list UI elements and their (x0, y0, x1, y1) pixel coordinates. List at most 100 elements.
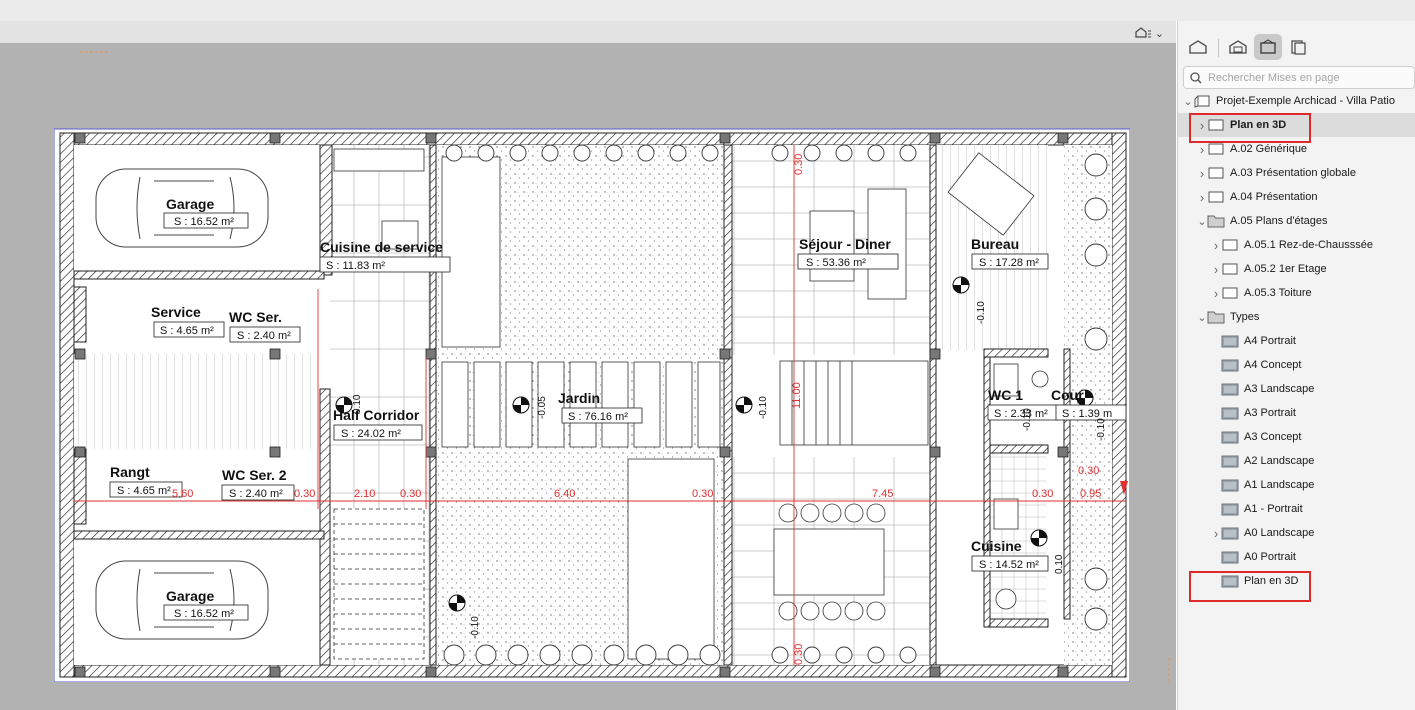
chevron-down-icon[interactable]: ⌄ (1197, 215, 1207, 228)
tree-item-label: A.05.3 Toiture (1244, 287, 1312, 299)
view-map-button[interactable] (1224, 34, 1252, 60)
view-options-button[interactable]: ⌄ (1125, 24, 1173, 42)
master-icon (1221, 478, 1239, 492)
tree-item[interactable]: A1 - Portrait (1178, 497, 1415, 521)
tree-item-label: Projet-Exemple Archicad - Villa Patio (1216, 95, 1395, 107)
red-highlight-box (1189, 113, 1311, 143)
tree-item[interactable]: › A.05.3 Toiture (1178, 281, 1415, 305)
svg-text:7.45: 7.45 (872, 488, 893, 500)
title-bar (0, 0, 1415, 27)
layout-icon (1207, 190, 1225, 204)
orange-marker (1168, 658, 1170, 684)
red-highlight-box (1189, 571, 1311, 602)
chevron-right-icon[interactable]: › (1211, 526, 1221, 541)
svg-text:11.00: 11.00 (791, 382, 803, 409)
layout-canvas[interactable]: ⌄ Garage S: 16.52 m² Cuisine de service… (0, 21, 1176, 710)
project-map-icon (1189, 40, 1207, 54)
master-icon (1221, 454, 1239, 468)
tree-item[interactable]: A0 Portrait (1178, 545, 1415, 569)
search-input[interactable] (1206, 70, 1410, 85)
tree-item-label: A.05.1 Rez-de-Chausssée (1244, 239, 1374, 251)
tree-item[interactable]: ⌄ A.05 Plans d'étages (1178, 209, 1415, 233)
tree-item[interactable]: A3 Landscape (1178, 377, 1415, 401)
svg-text:-0.10: -0.10 (1096, 418, 1107, 441)
svg-text:-0.10: -0.10 (470, 616, 481, 639)
publisher-sets-button[interactable] (1284, 34, 1312, 60)
svg-text:WC Ser. 2: WC Ser. 2 (222, 467, 287, 483)
tree-item-label: A.05 Plans d'étages (1230, 215, 1328, 227)
layout-icon (1221, 238, 1239, 252)
floor-plan-drawing[interactable]: Garage S : 16.52 m² Cuisine de service S… (54, 109, 1130, 682)
toolbar-separator (1218, 39, 1219, 57)
tree-item[interactable]: › A0 Landscape (1178, 521, 1415, 545)
svg-text:WC Ser.: WC Ser. (229, 309, 282, 325)
master-icon (1221, 526, 1239, 540)
tree-item[interactable]: A3 Concept (1178, 425, 1415, 449)
publisher-sets-icon (1291, 40, 1306, 55)
tree-item[interactable]: A3 Portrait (1178, 401, 1415, 425)
tree-item[interactable]: A4 Concept (1178, 353, 1415, 377)
search-field[interactable] (1183, 66, 1415, 89)
tree-item-label: A.03 Présentation globale (1230, 167, 1356, 179)
svg-text:0.10: 0.10 (1054, 554, 1065, 574)
svg-text:Half Corridor: Half Corridor (333, 407, 420, 423)
tree-item-label: A3 Concept (1244, 431, 1302, 443)
master-icon (1221, 358, 1239, 372)
svg-text:Garage: Garage (166, 196, 214, 212)
navigator-panel: ⌄ Projet-Exemple Archicad - Villa Patio › P… (1177, 21, 1415, 710)
chevron-right-icon[interactable]: › (1211, 238, 1221, 253)
svg-text:-0.10: -0.10 (976, 301, 987, 324)
tree-item[interactable]: ⌄ Types (1178, 305, 1415, 329)
chevron-down-icon[interactable]: ⌄ (1183, 95, 1193, 108)
tree-item[interactable]: A1 Landscape (1178, 473, 1415, 497)
svg-text:0.30: 0.30 (1078, 465, 1099, 477)
svg-text:0.30: 0.30 (793, 154, 805, 175)
layout-book-button[interactable] (1254, 34, 1282, 60)
chevron-right-icon[interactable]: › (1197, 190, 1207, 205)
svg-text:S : 76.16 m²: S : 76.16 m² (568, 411, 628, 423)
layout-icon (1207, 142, 1225, 156)
svg-text:-0.10: -0.10 (1022, 408, 1033, 431)
folder-icon (1207, 214, 1225, 228)
svg-text:0.30: 0.30 (400, 488, 421, 500)
svg-text:0.95: 0.95 (1080, 488, 1101, 500)
svg-text:S : 4.65 m²: S : 4.65 m² (160, 325, 214, 337)
layout-icon (1221, 286, 1239, 300)
project-map-button[interactable] (1184, 34, 1212, 60)
layout-book-icon (1260, 39, 1276, 54)
chevron-right-icon[interactable]: › (1197, 142, 1207, 157)
svg-text:Séjour - Diner: Séjour - Diner (799, 236, 891, 252)
chevron-right-icon[interactable]: › (1211, 262, 1221, 277)
master-icon (1221, 550, 1239, 564)
tree-item-label: A3 Portrait (1244, 407, 1296, 419)
tree-item[interactable]: › A.05.2 1er Etage (1178, 257, 1415, 281)
svg-text:S : 53.36 m²: S : 53.36 m² (806, 257, 866, 269)
svg-text:6.40: 6.40 (554, 488, 575, 500)
svg-text:0.30: 0.30 (793, 644, 805, 665)
tree-item[interactable]: ⌄ Projet-Exemple Archicad - Villa Patio (1178, 89, 1415, 113)
tree-item[interactable]: › A.05.1 Rez-de-Chausssée (1178, 233, 1415, 257)
svg-text:Cour: Cour (1051, 387, 1084, 403)
tree-item-label: A0 Portrait (1244, 551, 1296, 563)
svg-text:Rangt: Rangt (110, 464, 150, 480)
layout-icon (1221, 262, 1239, 276)
svg-text:S : 4.65 m²: S : 4.65 m² (117, 485, 171, 497)
tree-item[interactable]: › A.04 Présentation (1178, 185, 1415, 209)
svg-text:WC 1: WC 1 (988, 387, 1023, 403)
chevron-down-icon[interactable]: ⌄ (1197, 311, 1207, 324)
tree-item[interactable]: › A.03 Présentation globale (1178, 161, 1415, 185)
search-icon (1190, 71, 1202, 84)
tree-item-label: A0 Landscape (1244, 527, 1315, 539)
tree-item[interactable]: A4 Portrait (1178, 329, 1415, 353)
svg-text:5.60: 5.60 (172, 488, 193, 500)
svg-text:2.10: 2.10 (354, 488, 375, 500)
svg-text:S : 11.83 m²: S : 11.83 m² (326, 260, 385, 272)
tree-item-label: A.05.2 1er Etage (1244, 263, 1327, 275)
master-icon (1221, 502, 1239, 516)
home-view-icon (1135, 27, 1151, 38)
chevron-right-icon[interactable]: › (1197, 166, 1207, 181)
chevron-right-icon[interactable]: › (1211, 286, 1221, 301)
svg-text:S : 14.52 m²: S : 14.52 m² (979, 559, 1039, 571)
tree-item[interactable]: A2 Landscape (1178, 449, 1415, 473)
orange-marker (80, 51, 108, 53)
